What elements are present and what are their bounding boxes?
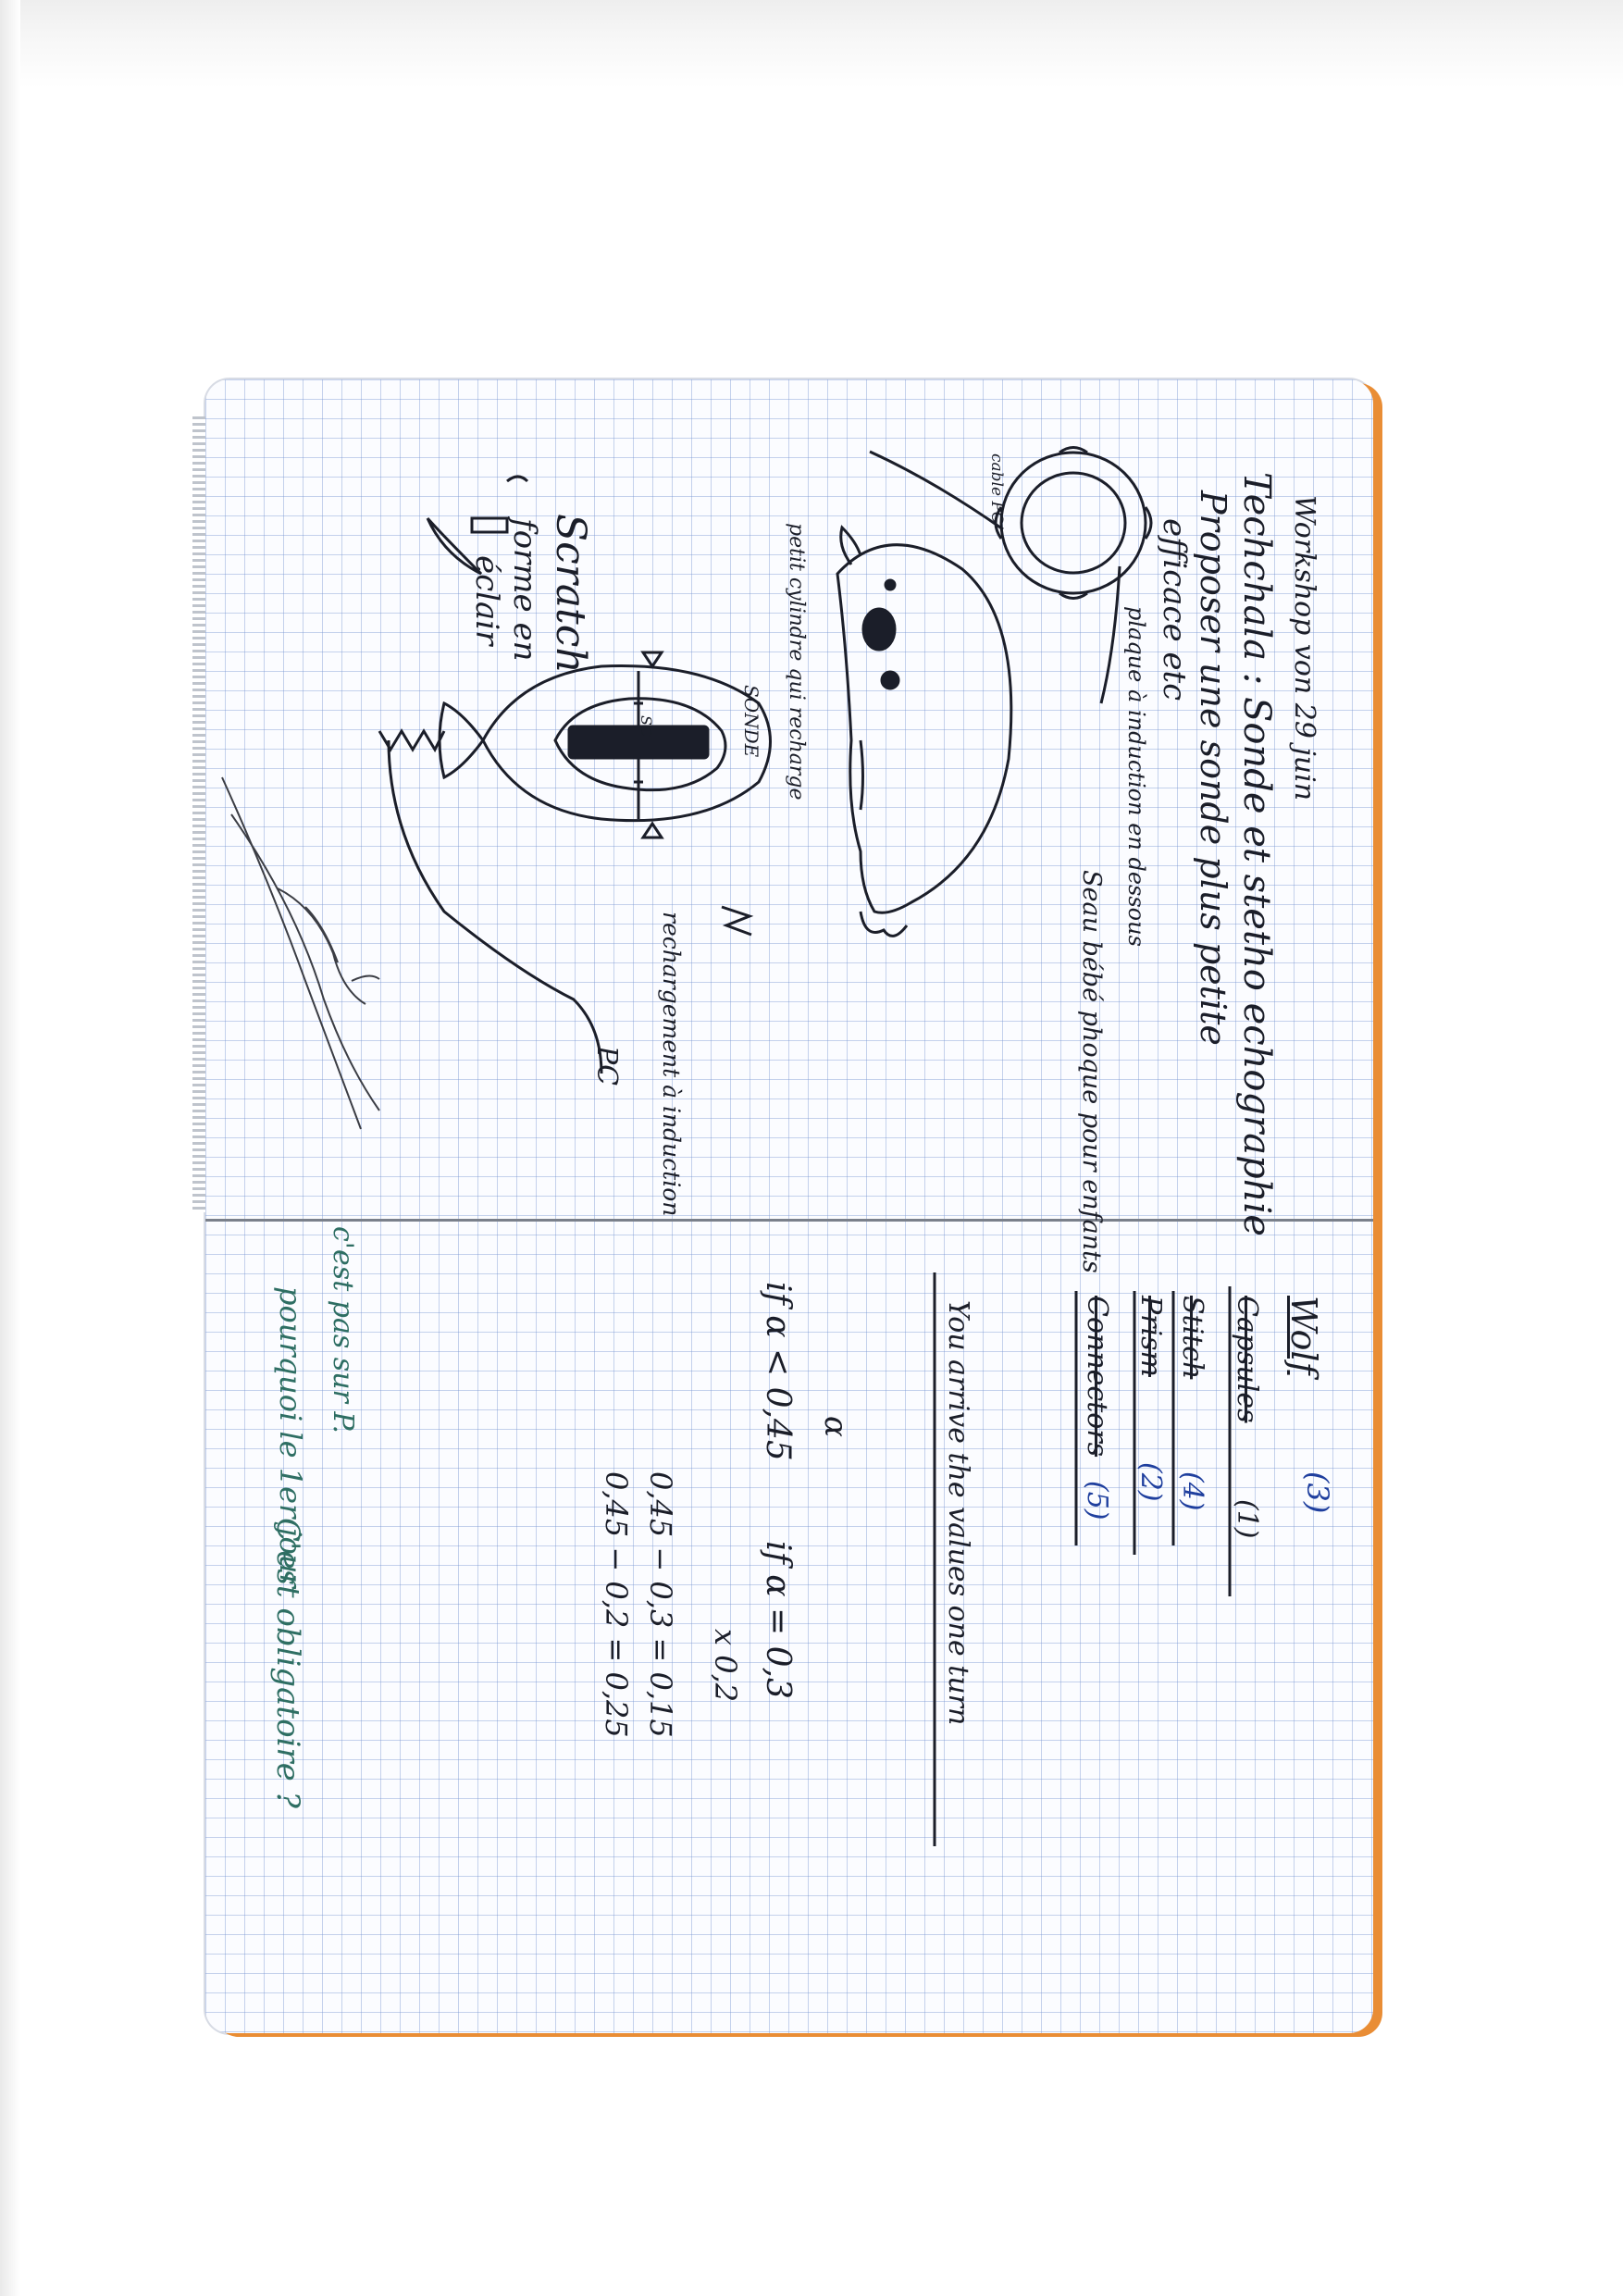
lens-sketch: [869, 446, 1153, 704]
vote-item-4: Connectors: [1081, 1296, 1113, 1458]
pc-label: PC: [590, 1046, 623, 1086]
recharge-label: rechargement à induction: [658, 912, 685, 1217]
probe-sketch: [378, 651, 772, 1074]
petit-cylindre-label: petit cylindre qui recharge: [785, 523, 808, 800]
ink-sketches: [221, 446, 1232, 1846]
calc-line-1: 0,45 − 0,3 = 0,15: [643, 1471, 678, 1738]
alpha-symbol: α: [817, 1416, 854, 1437]
shark-sketch: [221, 776, 380, 1130]
green-answer-2: c'est pas sur P.: [327, 1226, 359, 1434]
techchala-line: Techchala : Sonde et stetho echographie: [1235, 472, 1278, 1236]
vote-title: Wolf: [1283, 1296, 1324, 1375]
plaque-label: plaque à induction en dessous: [1123, 606, 1149, 947]
forme-label: forme en: [506, 518, 543, 662]
vote-score-3: (2): [1134, 1462, 1167, 1502]
x-value: x 0,2: [708, 1629, 743, 1703]
vote-score-1: (1): [1231, 1499, 1263, 1539]
eclair-label: éclair: [468, 555, 505, 646]
vote-item-3: Prism: [1134, 1296, 1167, 1377]
seal-sketch: [836, 525, 1013, 937]
if-alpha-eq: if α = 0,3: [759, 1541, 797, 1699]
vote-item-2: Stitch: [1176, 1296, 1208, 1380]
vote-score-4: (5): [1081, 1481, 1113, 1520]
green-answer-1: pourquoi le 1er jour: [273, 1286, 308, 1588]
efficace-line: efficace etc: [1156, 518, 1193, 701]
scratch-label: Scratch: [547, 514, 594, 674]
sentence-line: You arrive the values one turn: [942, 1300, 974, 1726]
sonde-label: SONDE: [740, 685, 762, 758]
cable-label: cable PC: [987, 453, 1006, 524]
proposer-line: Proposer une sonde plus petite: [1193, 490, 1233, 1046]
seal-label: Seau bébé phoque pour enfants: [1077, 870, 1106, 1273]
vote-score-2: (4): [1176, 1471, 1208, 1511]
workshop-heading: Workshop von 29 juin: [1288, 495, 1320, 801]
calc-line-2: 0,45 − 0,2 = 0,25: [599, 1471, 634, 1738]
if-alpha-lt: if α < 0,45: [759, 1282, 797, 1461]
sc-label: SC: [638, 715, 655, 738]
vote-total: (3): [1300, 1471, 1335, 1514]
vote-item-1: Capsules: [1231, 1296, 1263, 1423]
